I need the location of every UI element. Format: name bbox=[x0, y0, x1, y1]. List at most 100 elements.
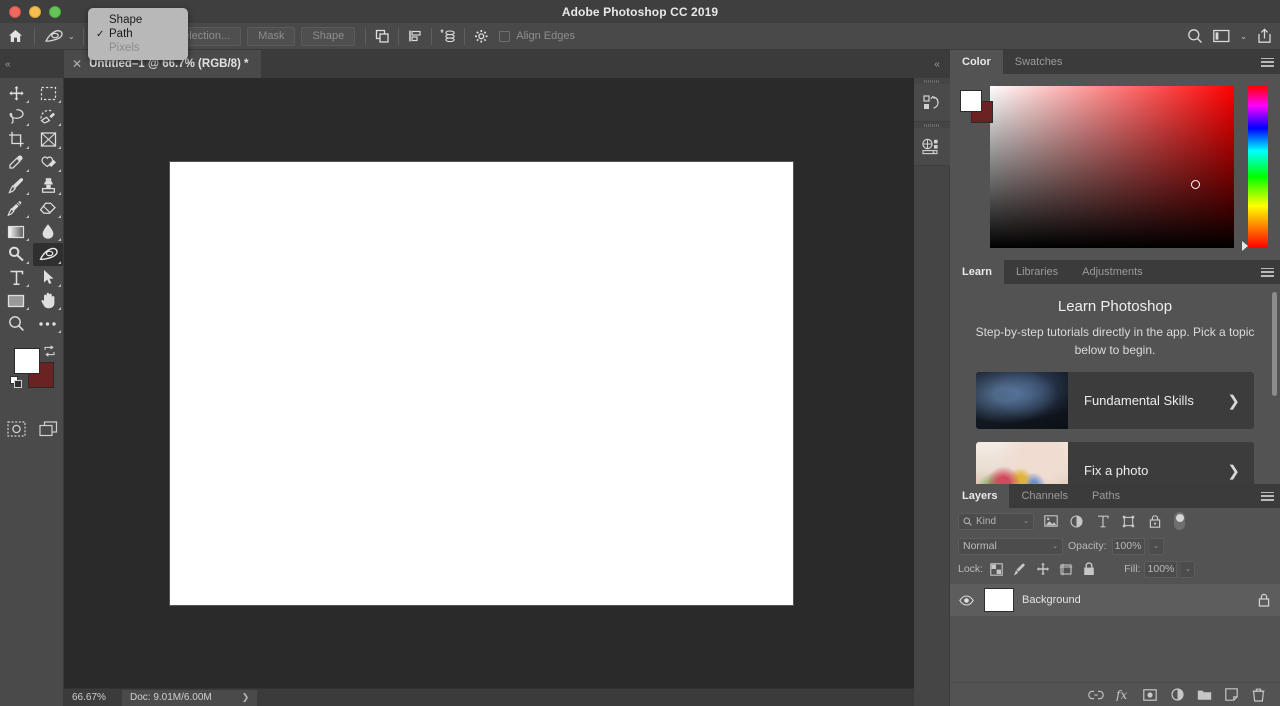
layer-filter-kind-select[interactable]: Kind ⌄ bbox=[958, 513, 1034, 530]
tab-paths[interactable]: Paths bbox=[1080, 484, 1132, 508]
tab-learn[interactable]: Learn bbox=[950, 260, 1004, 284]
layer-name[interactable]: Background bbox=[1022, 594, 1250, 606]
color-spectrum-field[interactable] bbox=[990, 86, 1234, 248]
new-group-button[interactable] bbox=[1196, 687, 1212, 703]
marquee-tool[interactable] bbox=[33, 82, 63, 105]
type-tool[interactable] bbox=[1, 266, 31, 289]
tool-preset-picker[interactable]: ⌄ bbox=[39, 28, 79, 45]
blend-mode-select[interactable]: Normal ⌄ bbox=[958, 538, 1063, 555]
new-layer-button[interactable] bbox=[1223, 687, 1239, 703]
filter-pixel-icon[interactable] bbox=[1041, 512, 1060, 531]
tab-layers[interactable]: Layers bbox=[950, 484, 1009, 508]
hue-slider[interactable] bbox=[1248, 86, 1268, 248]
collapse-left-icon[interactable]: « bbox=[0, 50, 64, 78]
panel-menu-icon[interactable] bbox=[1261, 50, 1274, 74]
frame-tool[interactable] bbox=[33, 128, 63, 151]
tool-mode-dropdown[interactable]: Shape ✓ Path Pixels bbox=[88, 8, 188, 60]
home-icon[interactable] bbox=[0, 23, 30, 50]
eyedropper-tool[interactable] bbox=[1, 151, 31, 174]
clone-stamp-tool[interactable] bbox=[33, 174, 63, 197]
path-selection-tool[interactable] bbox=[33, 266, 63, 289]
panel-menu-icon[interactable] bbox=[1261, 484, 1274, 508]
layer-thumbnail[interactable] bbox=[984, 588, 1014, 612]
layer-style-button[interactable]: fx bbox=[1115, 687, 1131, 703]
make-mask-button[interactable]: Mask bbox=[247, 27, 295, 46]
quick-selection-tool[interactable] bbox=[33, 105, 63, 128]
swap-colors-icon[interactable] bbox=[43, 345, 56, 358]
fill-input[interactable]: 100% bbox=[1144, 561, 1177, 578]
filter-enable-toggle[interactable] bbox=[1174, 512, 1185, 530]
path-operations-icon[interactable] bbox=[370, 25, 394, 47]
workspace-switcher-icon[interactable] bbox=[1213, 29, 1230, 43]
history-panel-button[interactable] bbox=[914, 84, 950, 122]
gradient-tool[interactable] bbox=[1, 220, 31, 243]
hand-tool[interactable] bbox=[33, 289, 63, 312]
fill-stepper[interactable]: ⌄ bbox=[1181, 561, 1195, 578]
properties-panel-button[interactable] bbox=[914, 128, 950, 166]
quick-mask-button[interactable] bbox=[0, 417, 32, 441]
learn-card-fundamental-skills[interactable]: Fundamental Skills ❯ bbox=[976, 372, 1254, 429]
chevron-down-icon[interactable]: ⌄ bbox=[1240, 32, 1247, 41]
lock-icon[interactable] bbox=[1258, 593, 1270, 607]
filter-shape-icon[interactable] bbox=[1119, 512, 1138, 531]
path-settings-gear-icon[interactable] bbox=[469, 25, 493, 47]
move-tool[interactable] bbox=[1, 82, 31, 105]
link-layers-button[interactable] bbox=[1088, 687, 1104, 703]
delete-layer-button[interactable] bbox=[1250, 687, 1266, 703]
lock-image-pixels-icon[interactable] bbox=[1010, 560, 1029, 579]
color-picker-marker[interactable] bbox=[1191, 180, 1200, 189]
canvas-workspace[interactable] bbox=[64, 78, 914, 688]
history-brush-tool[interactable] bbox=[1, 197, 31, 220]
path-arrangement-icon[interactable] bbox=[436, 25, 460, 47]
panel-menu-icon[interactable] bbox=[1261, 260, 1274, 284]
dodge-tool[interactable] bbox=[1, 243, 31, 266]
path-alignment-icon[interactable] bbox=[403, 25, 427, 47]
chevron-right-icon[interactable]: ❯ bbox=[242, 692, 250, 703]
lock-artboard-nesting-icon[interactable] bbox=[1056, 560, 1075, 579]
collapse-right-icon[interactable]: « bbox=[920, 50, 954, 78]
edit-toolbar-tool[interactable] bbox=[33, 312, 63, 335]
tab-libraries[interactable]: Libraries bbox=[1004, 260, 1070, 284]
tab-swatches[interactable]: Swatches bbox=[1003, 50, 1075, 74]
lock-transparent-pixels-icon[interactable] bbox=[987, 560, 1006, 579]
dropdown-item-shape[interactable]: Shape bbox=[88, 13, 188, 27]
zoom-tool[interactable] bbox=[1, 312, 31, 335]
search-icon[interactable] bbox=[1187, 28, 1203, 44]
pen-tool[interactable] bbox=[33, 243, 63, 266]
foreground-color-swatch[interactable] bbox=[14, 348, 40, 374]
opacity-stepper[interactable]: ⌄ bbox=[1150, 538, 1164, 555]
eraser-tool[interactable] bbox=[33, 197, 63, 220]
dropdown-item-path[interactable]: ✓ Path bbox=[88, 27, 188, 41]
filter-smart-object-icon[interactable] bbox=[1145, 512, 1164, 531]
crop-tool[interactable] bbox=[1, 128, 31, 151]
zoom-level[interactable]: 66.67% bbox=[64, 692, 122, 703]
align-edges-checkbox[interactable] bbox=[499, 31, 510, 42]
foreground-color-swatch[interactable] bbox=[960, 90, 982, 112]
eye-icon[interactable] bbox=[956, 595, 976, 606]
share-icon[interactable] bbox=[1257, 28, 1272, 44]
tab-adjustments[interactable]: Adjustments bbox=[1070, 260, 1155, 284]
lock-position-icon[interactable] bbox=[1033, 560, 1052, 579]
brush-tool[interactable] bbox=[1, 174, 31, 197]
new-adjustment-layer-button[interactable] bbox=[1169, 687, 1185, 703]
opacity-input[interactable]: 100% bbox=[1112, 538, 1145, 555]
tab-color[interactable]: Color bbox=[950, 50, 1003, 74]
blur-tool[interactable] bbox=[33, 220, 63, 243]
make-shape-button[interactable]: Shape bbox=[301, 27, 355, 46]
healing-brush-tool[interactable] bbox=[33, 151, 63, 174]
filter-adjustment-icon[interactable] bbox=[1067, 512, 1086, 531]
tab-channels[interactable]: Channels bbox=[1009, 484, 1079, 508]
close-icon[interactable]: ✕ bbox=[72, 58, 82, 70]
rectangle-tool[interactable] bbox=[1, 289, 31, 312]
layer-row-background[interactable]: Background bbox=[950, 584, 1280, 616]
filter-type-icon[interactable] bbox=[1093, 512, 1112, 531]
lasso-tool[interactable] bbox=[1, 105, 31, 128]
add-mask-button[interactable] bbox=[1142, 687, 1158, 703]
hue-slider-marker[interactable] bbox=[1242, 241, 1248, 251]
lock-all-icon[interactable] bbox=[1079, 560, 1098, 579]
document-canvas[interactable] bbox=[170, 162, 793, 605]
learn-panel-scrollbar[interactable] bbox=[1272, 292, 1277, 396]
default-colors-icon[interactable] bbox=[10, 376, 23, 389]
document-info[interactable]: Doc: 9.01M/6.00M ❯ bbox=[122, 690, 257, 706]
screen-mode-button[interactable] bbox=[32, 417, 64, 441]
